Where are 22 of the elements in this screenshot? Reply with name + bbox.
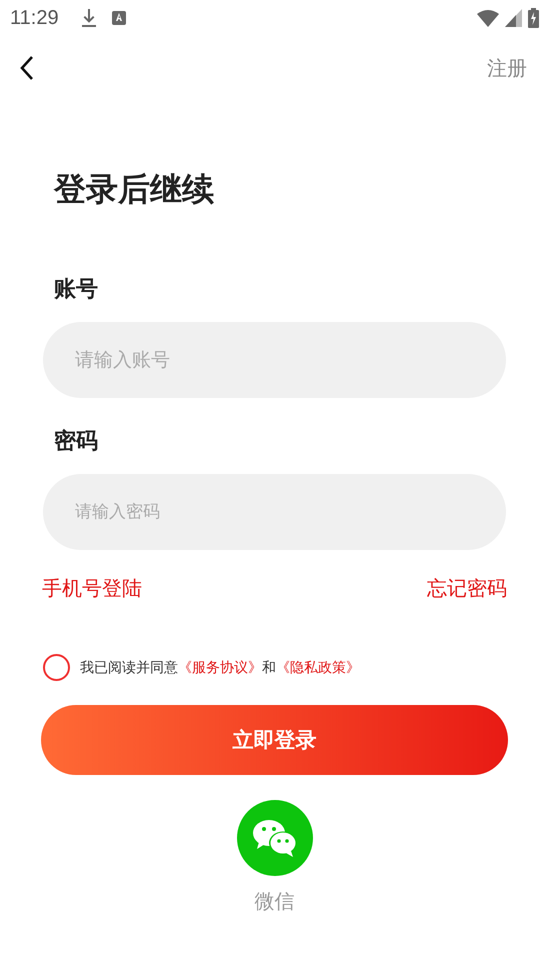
signal-icon (505, 9, 522, 27)
phone-login-link[interactable]: 手机号登陆 (42, 575, 142, 602)
field-label: 账号 (54, 276, 99, 304)
privacy-policy-link[interactable]: 《隐私政策》 (276, 660, 360, 676)
back-button[interactable] (20, 55, 34, 81)
register-button[interactable]: 注册 (487, 54, 527, 82)
agreement-checkbox[interactable] (43, 654, 70, 681)
keyboard-a-icon (110, 10, 127, 26)
field-label: 密码 (54, 428, 99, 456)
agreement-text: 我已阅读并同意《服务协议》和《隐私政策》 (80, 658, 360, 676)
wechat-icon[interactable] (236, 800, 312, 876)
input-field[interactable]: 请输入账号 (43, 322, 506, 398)
input-field[interactable]: 请输入密码 (43, 474, 506, 550)
forgot-password-link[interactable]: 忘记密码 (427, 575, 507, 602)
download-icon (80, 8, 97, 28)
wechat-label: 微信 (254, 888, 294, 915)
service-agreement-link[interactable]: 《服务协议》 (178, 660, 262, 676)
status-time: 11:29 (10, 6, 59, 30)
login-button[interactable]: 立即登录 (41, 705, 508, 775)
page-title: 登录后继续 (54, 169, 215, 210)
wifi-icon (477, 9, 499, 27)
battery-charging-icon (528, 8, 539, 28)
